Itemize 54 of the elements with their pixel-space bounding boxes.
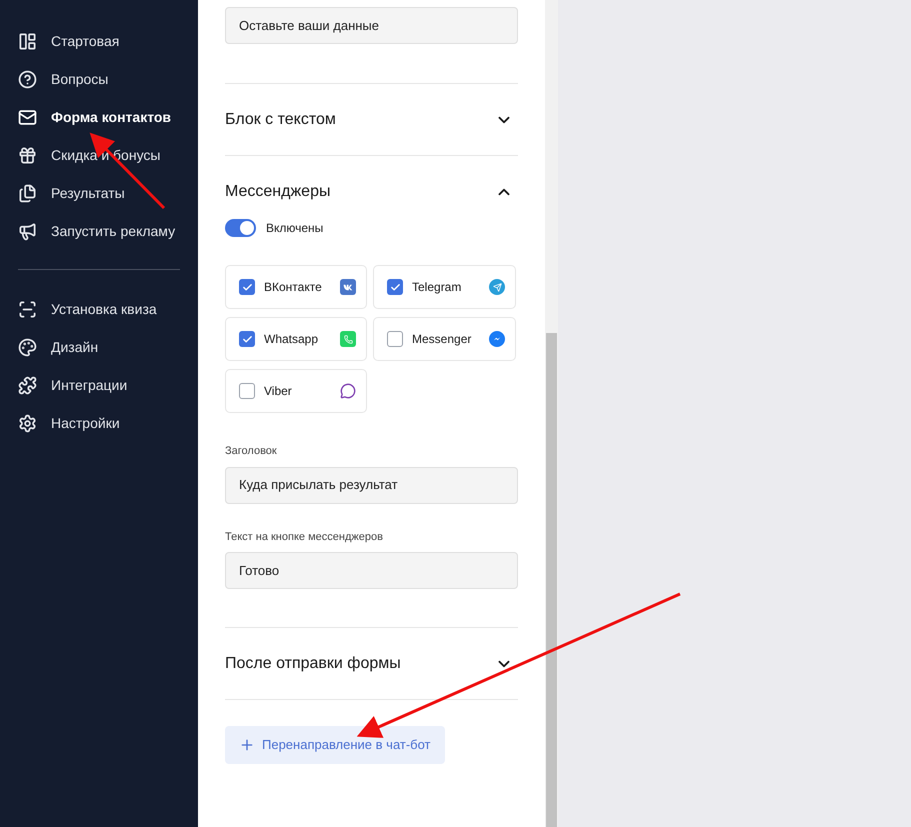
sidebar-item[interactable]: Стартовая bbox=[18, 22, 180, 60]
vk-icon bbox=[340, 279, 356, 295]
puzzle-icon bbox=[18, 376, 37, 394]
add-redirect-button[interactable]: Перенаправление в чат-бот bbox=[225, 726, 445, 764]
messenger-label: ВКонтакте bbox=[264, 279, 323, 296]
checkbox[interactable] bbox=[387, 331, 403, 347]
layout-icon bbox=[18, 32, 37, 50]
toggle-label: Включены bbox=[266, 220, 324, 237]
check-icon bbox=[242, 282, 252, 292]
messenger-option[interactable]: Telegram bbox=[373, 265, 516, 309]
messenger-option[interactable]: Viber bbox=[225, 369, 367, 413]
scan-icon bbox=[18, 300, 37, 318]
telegram-icon bbox=[489, 279, 505, 295]
settings-icon bbox=[18, 414, 37, 432]
help-icon bbox=[18, 70, 37, 88]
sidebar-item[interactable]: Интеграции bbox=[18, 366, 180, 404]
field-label: Заголовок bbox=[225, 444, 278, 459]
check-icon bbox=[390, 282, 400, 292]
gift-icon bbox=[18, 146, 37, 164]
section-header[interactable]: Блок с текстом bbox=[225, 84, 518, 155]
viber-icon bbox=[340, 383, 356, 399]
checkbox[interactable] bbox=[239, 383, 255, 399]
field-label: Текст на кнопке мессенджеров bbox=[225, 530, 384, 544]
check-icon bbox=[242, 334, 252, 344]
megaphone-icon bbox=[18, 222, 37, 240]
messenger-option[interactable]: ВКонтакте bbox=[225, 265, 367, 309]
messenger-label: Telegram bbox=[412, 279, 462, 296]
messenger-icon bbox=[489, 331, 505, 347]
whatsapp-icon bbox=[340, 331, 356, 347]
mail-icon bbox=[18, 108, 37, 126]
sidebar-item[interactable]: Дизайн bbox=[18, 328, 180, 366]
text-field[interactable]: Куда присылать результат bbox=[225, 466, 518, 504]
messenger-option[interactable]: Whatsapp bbox=[225, 317, 367, 361]
sidebar-item[interactable]: Запустить рекламу bbox=[18, 212, 180, 250]
messenger-label: Viber bbox=[264, 383, 293, 400]
checkbox[interactable] bbox=[239, 279, 255, 295]
toggle-switch[interactable] bbox=[225, 219, 256, 237]
messenger-label: Whatsapp bbox=[264, 331, 320, 348]
section-header[interactable]: После отправки формы bbox=[225, 628, 518, 699]
sidebar-item[interactable]: Настройки bbox=[18, 404, 180, 442]
sidebar-item[interactable]: Вопросы bbox=[18, 60, 180, 98]
sidebar-item[interactable]: Установка квиза bbox=[18, 290, 180, 328]
sidebar-item[interactable]: Скидка и бонусы bbox=[18, 136, 180, 174]
messenger-label: Messenger bbox=[412, 331, 472, 348]
text-field[interactable]: Оставьте ваши данные bbox=[225, 7, 518, 44]
files-icon bbox=[18, 184, 37, 202]
checkbox[interactable] bbox=[387, 279, 403, 295]
sidebar-item[interactable]: Форма контактов bbox=[18, 98, 180, 136]
messenger-option[interactable]: Messenger bbox=[373, 317, 516, 361]
text-field[interactable]: Готово bbox=[225, 552, 518, 589]
plus-icon bbox=[239, 737, 255, 753]
sidebar-item[interactable]: Результаты bbox=[18, 174, 180, 212]
checkbox[interactable] bbox=[239, 331, 255, 347]
palette-icon bbox=[18, 338, 37, 356]
